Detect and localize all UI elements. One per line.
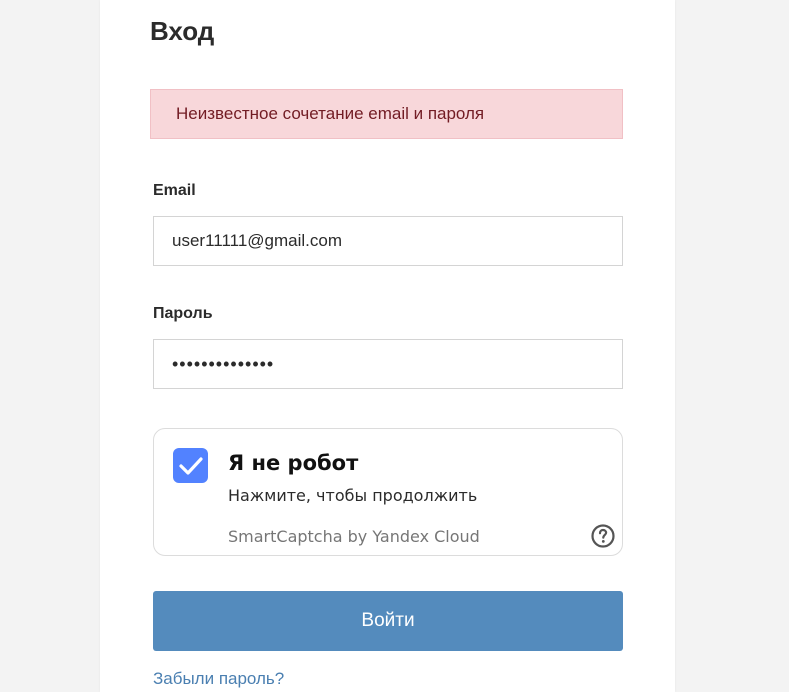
email-label: Email <box>153 182 196 199</box>
captcha-title: Я не робот <box>228 451 359 475</box>
captcha-brand: SmartCaptcha by Yandex Cloud <box>228 527 480 546</box>
error-alert: Неизвестное сочетание email и пароля <box>150 89 623 139</box>
page-title: Вход <box>150 16 215 46</box>
checkmark-icon <box>178 456 203 475</box>
password-label: Пароль <box>153 305 213 322</box>
password-field[interactable] <box>153 339 623 389</box>
captcha-subtitle: Нажмите, чтобы продолжить <box>228 486 478 505</box>
login-button[interactable]: Войти <box>153 591 623 651</box>
question-circle-icon[interactable] <box>591 524 615 548</box>
email-field[interactable] <box>153 216 623 266</box>
login-card: Вход Неизвестное сочетание email и парол… <box>100 0 675 692</box>
smart-captcha: Я не робот Нажмите, чтобы продолжить Sma… <box>153 428 623 556</box>
captcha-checkbox[interactable] <box>173 448 208 483</box>
forgot-password-link[interactable]: Забыли пароль? <box>153 669 284 689</box>
